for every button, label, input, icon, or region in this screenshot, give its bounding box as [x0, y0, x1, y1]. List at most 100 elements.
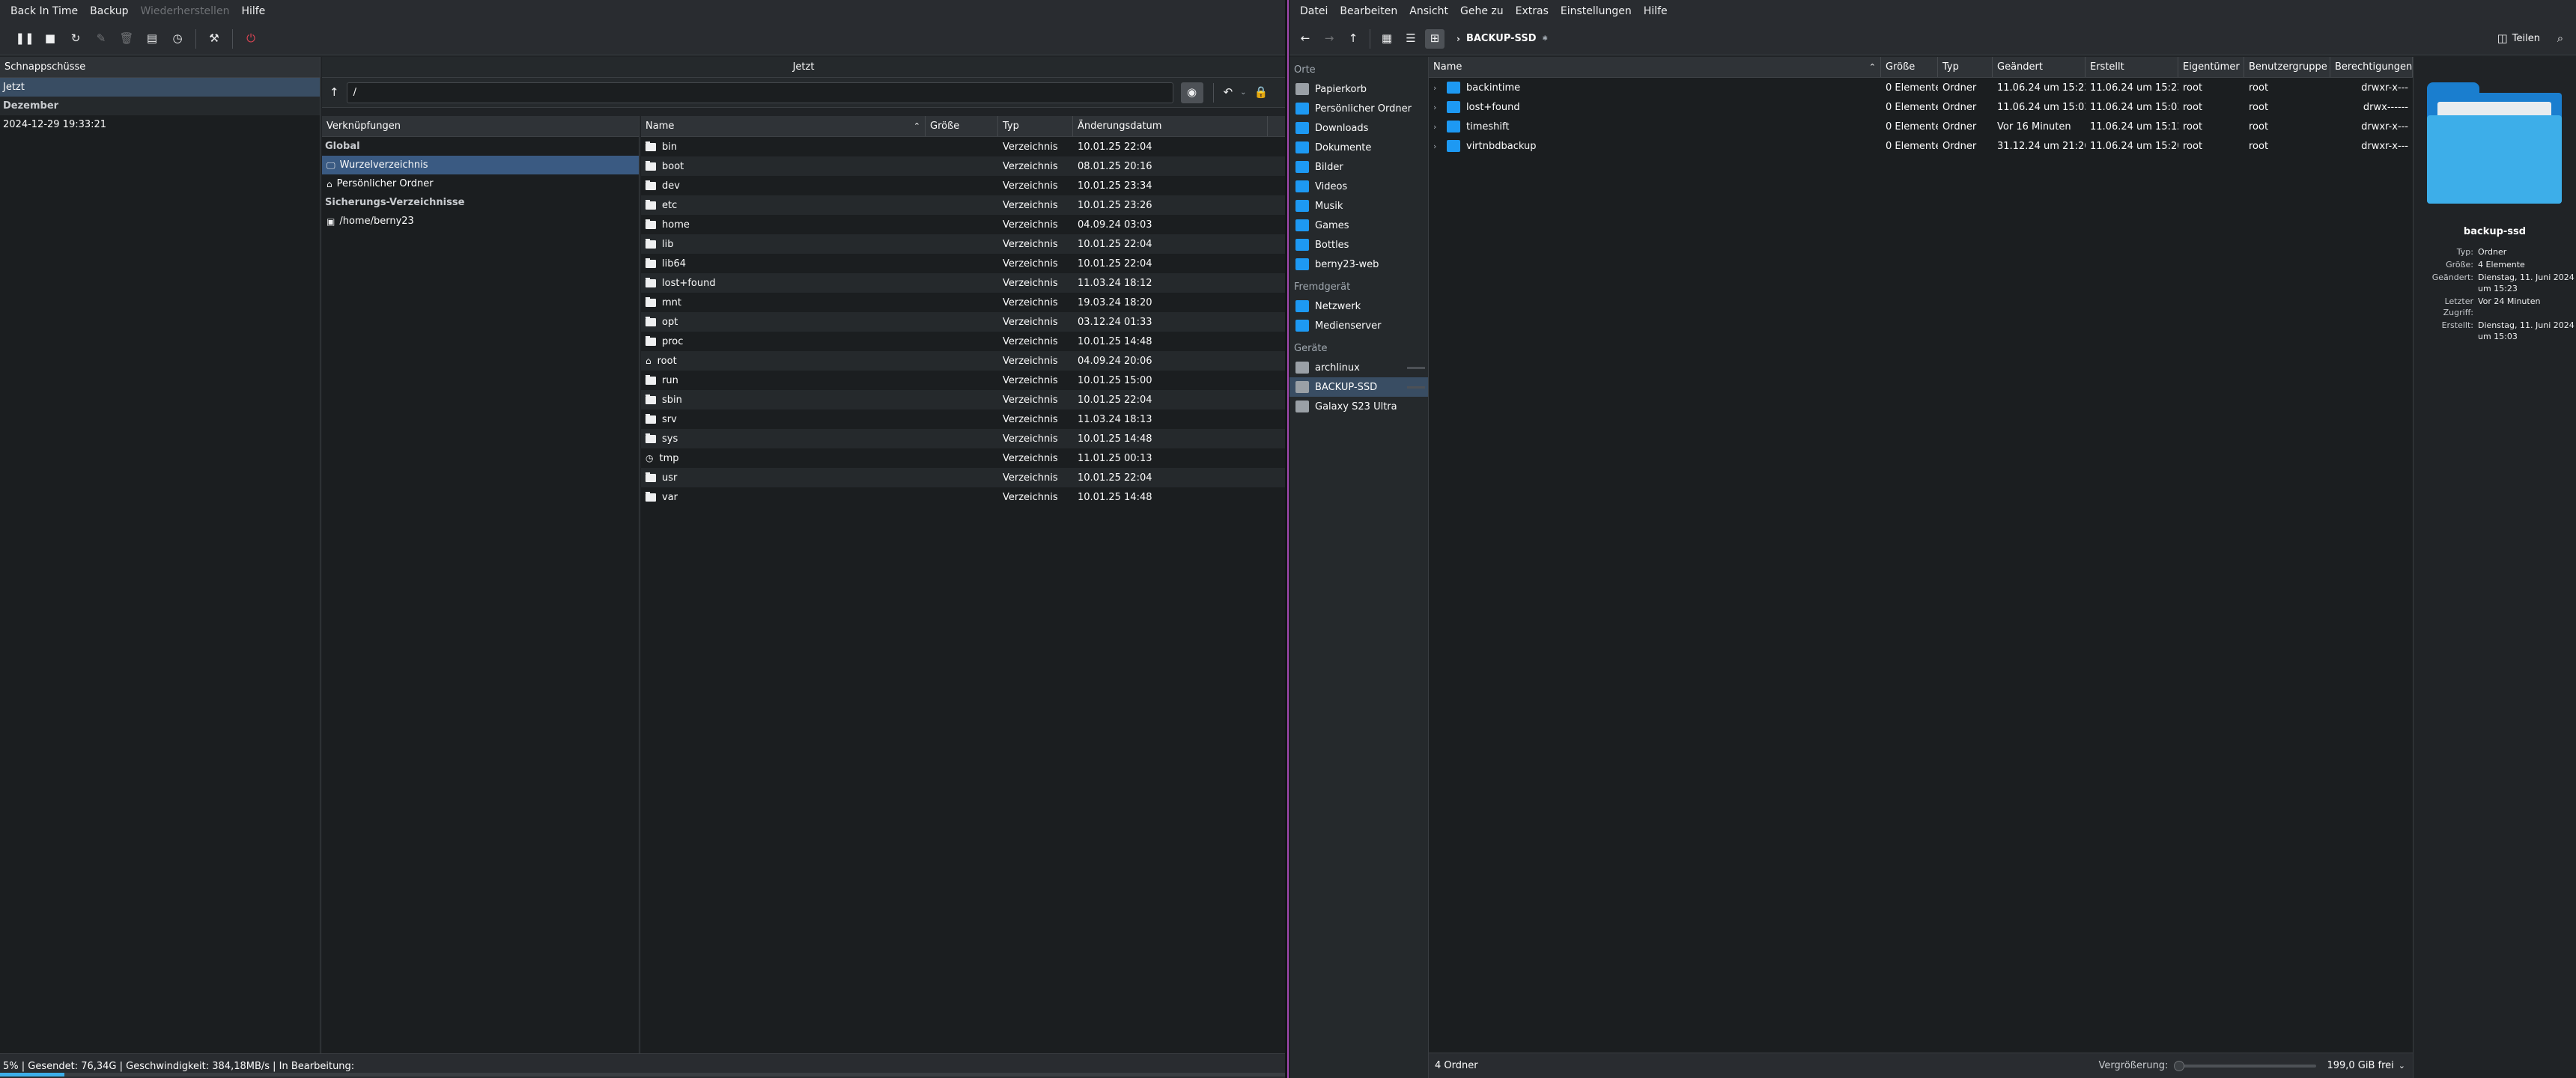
stop-button[interactable]: ■ — [40, 29, 60, 49]
shortcut-item[interactable]: ⌂ Persönlicher Ordner — [322, 174, 639, 193]
icons-view-button[interactable]: ▦ — [1377, 29, 1397, 49]
column-header-2[interactable]: Typ — [1938, 57, 1993, 77]
places-item[interactable]: Dokumente — [1289, 138, 1428, 157]
breadcrumb-location[interactable]: BACKUP-SSD — [1466, 33, 1537, 44]
chevron-right-icon[interactable]: › — [1433, 103, 1441, 112]
up-arrow-icon[interactable]: ↑ — [329, 87, 339, 98]
log-button[interactable]: ▤ — [142, 29, 162, 49]
table-row[interactable]: lib64 Verzeichnis 10.01.25 22:04 — [641, 254, 1285, 273]
table-row[interactable]: usr Verzeichnis 10.01.25 22:04 — [641, 468, 1285, 487]
places-item[interactable]: Videos — [1289, 177, 1428, 196]
table-row[interactable]: boot Verzeichnis 08.01.25 20:16 — [641, 156, 1285, 176]
share-button[interactable]: ◫ Teilen — [2491, 29, 2546, 49]
restore-icon[interactable]: ↶ — [1224, 87, 1233, 98]
table-row[interactable]: mnt Verzeichnis 19.03.24 18:20 — [641, 293, 1285, 312]
settings-button[interactable]: ⚒ — [204, 29, 224, 49]
column-header-3[interactable]: Änderungsdatum — [1073, 116, 1268, 136]
menu-item[interactable]: Back In Time — [4, 5, 84, 17]
shortcut-item[interactable]: ▣ /home/berny23 — [322, 212, 639, 231]
menu-item[interactable]: Datei — [1294, 5, 1334, 17]
places-item[interactable]: Medienserver — [1289, 316, 1428, 335]
column-header-7[interactable]: Berechtigungen — [2330, 57, 2413, 77]
table-row[interactable]: ◷ tmp Verzeichnis 11.01.25 00:13 — [641, 448, 1285, 468]
places-item[interactable]: Bilder — [1289, 157, 1428, 177]
search-button[interactable]: ⌕ — [2551, 29, 2570, 49]
path-input[interactable]: / — [346, 82, 1173, 103]
column-header-2[interactable]: Typ — [998, 116, 1073, 136]
table-row[interactable]: run Verzeichnis 10.01.25 15:00 — [641, 371, 1285, 390]
places-item[interactable]: Downloads — [1289, 118, 1428, 138]
chevron-right-icon[interactable]: › — [1433, 122, 1441, 132]
star-icon[interactable]: ✱ — [1543, 35, 1549, 43]
chevron-right-icon[interactable]: › — [1433, 83, 1441, 93]
breadcrumb[interactable]: › BACKUP-SSD ✱ — [1456, 33, 1548, 44]
chevron-right-icon[interactable]: › — [1433, 141, 1441, 151]
table-row[interactable]: sbin Verzeichnis 10.01.25 22:04 — [641, 390, 1285, 409]
menu-item[interactable]: Bearbeiten — [1334, 5, 1403, 17]
places-item[interactable]: Bottles — [1289, 235, 1428, 255]
table-row[interactable]: etc Verzeichnis 10.01.25 23:26 — [641, 195, 1285, 215]
chevron-down-icon[interactable]: ⌄ — [1240, 88, 1246, 97]
menu-item[interactable]: Ansicht — [1403, 5, 1454, 17]
column-header-5[interactable]: Eigentümer — [2178, 57, 2244, 77]
delete-button[interactable]: 🗑 — [117, 29, 136, 49]
compact-view-button[interactable]: ☰ — [1401, 29, 1421, 49]
column-header-0[interactable]: Name ⌃ — [1429, 57, 1881, 77]
places-item[interactable]: archlinux — [1289, 358, 1428, 377]
zoom-slider[interactable] — [2174, 1060, 2317, 1071]
shortcut-label: Wurzelverzeichnis — [339, 159, 428, 171]
places-item[interactable]: Persönlicher Ordner — [1289, 99, 1428, 118]
menu-item[interactable]: Wiederherstellen — [134, 5, 235, 17]
edit-button[interactable]: ✎ — [91, 29, 111, 49]
menu-item[interactable]: Gehe zu — [1454, 5, 1510, 17]
table-row[interactable]: var Verzeichnis 10.01.25 14:48 — [641, 487, 1285, 507]
refresh-button[interactable]: ↻ — [66, 29, 85, 49]
table-row[interactable]: sys Verzeichnis 10.01.25 14:48 — [641, 429, 1285, 448]
places-item[interactable]: Musik — [1289, 196, 1428, 216]
lock-icon[interactable]: 🔒 — [1254, 87, 1269, 98]
places-item[interactable]: Netzwerk — [1289, 296, 1428, 316]
menu-item[interactable]: Hilfe — [235, 5, 271, 17]
snapshot-item[interactable]: Jetzt — [0, 78, 320, 97]
table-row[interactable]: › lost+found 0 Elemente Ordner 11.06.24 um 1… — [1429, 97, 2413, 117]
column-header-6[interactable]: Benutzergruppe — [2244, 57, 2330, 77]
menu-item[interactable]: Hilfe — [1638, 5, 1674, 17]
zoom-slider-handle[interactable] — [2174, 1060, 2185, 1071]
places-item[interactable]: BACKUP-SSD — [1289, 377, 1428, 397]
places-item[interactable]: Galaxy S23 Ultra — [1289, 397, 1428, 416]
menu-item[interactable]: Extras — [1510, 5, 1555, 17]
column-header-4[interactable]: Erstellt — [2086, 57, 2178, 77]
shortcut-item[interactable]: 🖵 Wurzelverzeichnis — [322, 156, 639, 174]
table-row[interactable]: › backintime 0 Elemente Ordner 11.06.24 um 1… — [1429, 78, 2413, 97]
up-button[interactable]: ↑ — [1343, 29, 1363, 49]
column-header-1[interactable]: Größe — [926, 116, 998, 136]
table-row[interactable]: › timeshift 0 Elemente Ordner Vor 16 Minuten… — [1429, 117, 2413, 136]
shutdown-button[interactable]: ⏻ — [241, 29, 261, 49]
table-row[interactable]: bin Verzeichnis 10.01.25 22:04 — [641, 137, 1285, 156]
table-row[interactable]: ⌂ root Verzeichnis 04.09.24 20:06 — [641, 351, 1285, 371]
forward-button[interactable]: → — [1319, 29, 1339, 49]
table-row[interactable]: › virtnbdbackup 0 Elemente Ordner 31.12.24 u… — [1429, 136, 2413, 156]
table-row[interactable]: srv Verzeichnis 11.03.24 18:13 — [641, 409, 1285, 429]
table-row[interactable]: proc Verzeichnis 10.01.25 14:48 — [641, 332, 1285, 351]
menu-item[interactable]: Einstellungen — [1555, 5, 1638, 17]
menu-item[interactable]: Backup — [84, 5, 134, 17]
places-item[interactable]: berny23-web — [1289, 255, 1428, 274]
places-item[interactable]: Games — [1289, 216, 1428, 235]
schedule-button[interactable]: ◷ — [168, 29, 187, 49]
table-row[interactable]: lib Verzeichnis 10.01.25 22:04 — [641, 234, 1285, 254]
details-view-button[interactable]: ⊞ — [1425, 28, 1445, 49]
table-row[interactable]: dev Verzeichnis 10.01.25 23:34 — [641, 176, 1285, 195]
table-row[interactable]: lost+found Verzeichnis 11.03.24 18:12 — [641, 273, 1285, 293]
table-row[interactable]: home Verzeichnis 04.09.24 03:03 — [641, 215, 1285, 234]
column-header-1[interactable]: Größe — [1881, 57, 1938, 77]
snapshot-item[interactable]: 2024-12-29 19:33:21 — [0, 115, 320, 134]
show-hidden-button[interactable]: ◉ — [1180, 82, 1203, 103]
back-button[interactable]: ← — [1295, 29, 1315, 49]
column-header-0[interactable]: Name ⌃ — [641, 116, 926, 136]
pause-button[interactable]: ❚❚ — [15, 29, 34, 49]
table-row[interactable]: opt Verzeichnis 03.12.24 01:33 — [641, 312, 1285, 332]
column-header-3[interactable]: Geändert — [1993, 57, 2086, 77]
places-item[interactable]: Papierkorb — [1289, 79, 1428, 99]
chevron-down-icon[interactable]: ⌄ — [2399, 1062, 2405, 1070]
